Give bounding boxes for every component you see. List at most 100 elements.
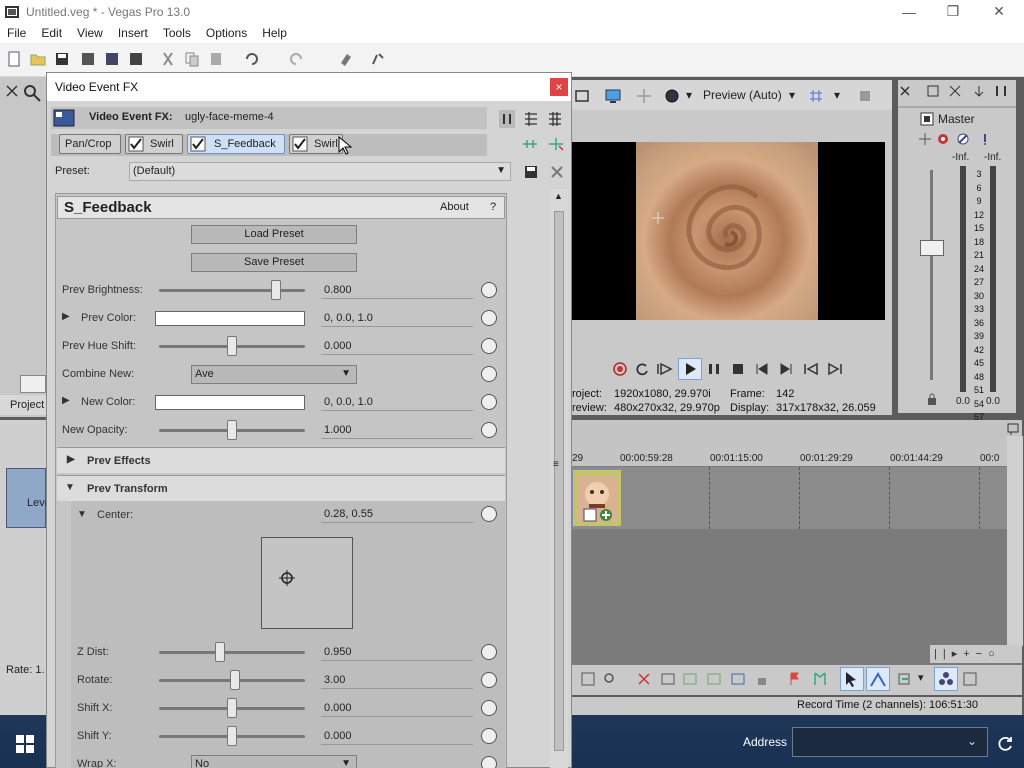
pause-icon[interactable] bbox=[706, 361, 722, 377]
event-lock-icon[interactable] bbox=[730, 671, 746, 687]
combine-new-select[interactable]: Ave ▼ bbox=[191, 365, 357, 384]
expanded-arrow-icon[interactable]: ▼ bbox=[65, 482, 75, 493]
scroll-up-arrow[interactable]: ▲ bbox=[554, 191, 563, 201]
keyframe-clock-icon[interactable] bbox=[481, 422, 497, 438]
menu-insert[interactable]: Insert bbox=[111, 26, 156, 40]
menu-file[interactable]: File bbox=[0, 26, 34, 40]
prev-hue-value[interactable]: 0.000 bbox=[321, 337, 473, 355]
keyframe-clock-icon[interactable] bbox=[481, 728, 497, 744]
address-input[interactable]: ⌄ bbox=[792, 727, 988, 757]
export-icon[interactable] bbox=[128, 51, 144, 67]
close-window-button[interactable]: ✕ bbox=[976, 0, 1022, 23]
fx-chain-remove-icon[interactable] bbox=[547, 136, 565, 152]
split-icon[interactable] bbox=[706, 671, 722, 687]
zoom-icon[interactable] bbox=[22, 83, 42, 103]
collapsed-arrow-icon[interactable]: ▶ bbox=[67, 454, 75, 465]
mixer-dim-icon[interactable] bbox=[994, 84, 1008, 98]
expand-arrow-icon[interactable]: ▶ bbox=[62, 311, 70, 322]
trim-start-icon[interactable] bbox=[660, 671, 676, 687]
help-link[interactable]: ? bbox=[490, 201, 496, 213]
keyframe-clock-icon[interactable] bbox=[481, 310, 497, 326]
insert-region-icon[interactable] bbox=[812, 671, 828, 687]
keyframe-clock-icon[interactable] bbox=[481, 672, 497, 688]
keyframe-clock-icon[interactable] bbox=[481, 282, 497, 298]
pin-icon[interactable] bbox=[4, 83, 20, 99]
keyframe-clock-icon[interactable] bbox=[481, 366, 497, 382]
shifty-value[interactable]: 0.000 bbox=[321, 727, 473, 745]
windows-start-icon[interactable] bbox=[16, 735, 34, 753]
auto-ripple-icon[interactable] bbox=[896, 671, 912, 687]
ignore-grouping-icon[interactable] bbox=[962, 671, 978, 687]
track-header[interactable]: Leve bbox=[6, 468, 51, 528]
lock-icon[interactable] bbox=[754, 671, 770, 687]
external-monitor-icon[interactable] bbox=[604, 88, 622, 104]
load-preset-button[interactable]: Load Preset bbox=[191, 225, 357, 244]
checkbox-checked-icon[interactable] bbox=[190, 136, 206, 152]
fx-tab-swirl[interactable]: Swirl bbox=[125, 134, 183, 154]
mixer-close-icon[interactable] bbox=[898, 84, 912, 98]
mute-icon[interactable] bbox=[956, 132, 970, 146]
event-pan-crop-icon[interactable] bbox=[583, 508, 597, 522]
dialog-title-bar[interactable]: Video Event FX × bbox=[47, 73, 571, 101]
keyframe-clock-icon[interactable] bbox=[481, 338, 497, 354]
solo-icon[interactable] bbox=[978, 132, 992, 146]
rotate-value[interactable]: 3.00 bbox=[321, 671, 473, 689]
scroll-thumb[interactable] bbox=[554, 211, 564, 751]
keyframe-clock-icon[interactable] bbox=[481, 506, 497, 522]
preview-quality-arrow[interactable]: ▾ bbox=[686, 88, 692, 102]
new-file-icon[interactable] bbox=[6, 51, 22, 67]
preview-quality-icon[interactable] bbox=[664, 88, 680, 104]
combine-dropdown-arrow[interactable]: ▼ bbox=[341, 368, 351, 379]
stop-icon[interactable] bbox=[730, 361, 746, 377]
zoom-controls[interactable]: ||▸+−○ bbox=[930, 645, 1022, 663]
trim-end-icon[interactable] bbox=[682, 671, 698, 687]
about-link[interactable]: About bbox=[440, 201, 469, 213]
event-fx-icon[interactable] bbox=[599, 508, 613, 522]
tab-project-media[interactable]: Project bbox=[0, 395, 46, 415]
go-to-start-icon[interactable] bbox=[754, 361, 770, 377]
record-icon[interactable] bbox=[612, 361, 628, 377]
prev-brightness-value[interactable]: 0.800 bbox=[321, 281, 473, 299]
save-preset-button[interactable]: Save Preset bbox=[191, 253, 357, 272]
video-frame[interactable] bbox=[636, 142, 818, 320]
rotate-thumb[interactable] bbox=[229, 670, 240, 690]
cut-icon[interactable] bbox=[160, 51, 176, 67]
zdist-slider[interactable] bbox=[159, 651, 305, 654]
panel-scroll-thumb[interactable] bbox=[20, 375, 46, 393]
play-button[interactable] bbox=[678, 358, 702, 380]
overlays-arrow[interactable]: ▾ bbox=[834, 88, 840, 102]
wrapx-dropdown-arrow[interactable]: ▼ bbox=[341, 758, 351, 768]
fx-list-view-icon[interactable] bbox=[497, 109, 517, 129]
mixer-bus-icon[interactable] bbox=[948, 84, 962, 98]
fx-tab-pan-crop[interactable]: Pan/Crop bbox=[59, 134, 121, 154]
shifty-thumb[interactable] bbox=[227, 726, 237, 746]
expand-arrow-icon[interactable]: ▶ bbox=[62, 395, 70, 406]
zdist-thumb[interactable] bbox=[215, 642, 226, 662]
render-icon[interactable] bbox=[104, 51, 120, 67]
fx-tab-swirl-2[interactable]: Swirl bbox=[289, 134, 343, 154]
preset-dropdown-arrow[interactable]: ▼ bbox=[496, 165, 506, 176]
save-icon[interactable] bbox=[54, 51, 70, 67]
menu-tools[interactable]: Tools bbox=[156, 26, 199, 40]
undo-icon[interactable] bbox=[244, 51, 260, 67]
preview-mode-select[interactable]: Preview (Auto) bbox=[703, 88, 782, 102]
next-frame-icon[interactable] bbox=[826, 361, 844, 377]
fx-chain-icon[interactable] bbox=[918, 132, 932, 146]
address-dropdown-icon[interactable]: ⌄ bbox=[967, 734, 977, 748]
play-from-start-icon[interactable] bbox=[656, 361, 674, 377]
insert-marker-icon[interactable] bbox=[786, 671, 802, 687]
new-opacity-value[interactable]: 1.000 bbox=[321, 421, 473, 439]
previous-frame-icon[interactable] bbox=[802, 361, 820, 377]
overlays-icon[interactable] bbox=[808, 88, 824, 104]
prev-color-swatch[interactable] bbox=[155, 311, 305, 326]
center-value[interactable]: 0.28, 0.55 bbox=[321, 505, 473, 523]
delete-preset-icon[interactable] bbox=[549, 164, 565, 180]
plugin-vscroll[interactable]: ▲ ≡ bbox=[550, 189, 568, 768]
restore-button[interactable]: ❐ bbox=[930, 0, 976, 23]
checkbox-checked-icon[interactable] bbox=[128, 136, 144, 152]
zdist-value[interactable]: 0.950 bbox=[321, 643, 473, 661]
fx-grid-view-icon[interactable] bbox=[523, 111, 539, 127]
whats-this-help-icon[interactable] bbox=[370, 51, 386, 67]
loop-playback-icon[interactable] bbox=[634, 361, 650, 377]
redo-icon[interactable] bbox=[288, 51, 304, 67]
